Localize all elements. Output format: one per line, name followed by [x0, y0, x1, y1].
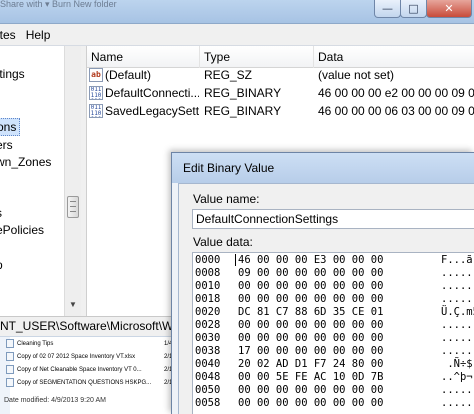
tree-item[interactable]: ttings [0, 65, 25, 83]
dialog-body: Value name: DefaultConnectionSettings Va… [178, 183, 474, 414]
scrollbar-thumb[interactable] [67, 196, 79, 218]
hex-bytes: 00 00 00 00 00 00 00 00 [238, 293, 384, 305]
value-data: (value not set) [318, 68, 395, 82]
hex-bytes: 09 00 00 00 00 00 00 00 [238, 267, 384, 279]
file-name: Copy of Net Cleanable Space Inventory VT… [17, 367, 142, 374]
hex-offset: 0028 [195, 319, 221, 331]
menu-favorites[interactable]: ites [0, 28, 21, 42]
maximize-button[interactable]: □ [400, 0, 427, 18]
binary-value-icon: 011110010 [89, 104, 103, 118]
file-icon [6, 378, 14, 387]
hex-bytes: 00 00 00 00 00 00 00 00 [238, 397, 384, 409]
hex-ascii: ........ [441, 384, 474, 396]
hex-ascii: F...ã... [441, 254, 474, 266]
file-name: Copy of SEGMENTATION QUESTIONS HSKPG... [17, 380, 152, 387]
registry-key-tree[interactable]: ttings ons ers wn_Zones s ePolicies p [0, 46, 64, 316]
value-type: REG_BINARY [204, 86, 282, 100]
hex-ascii: .­Ñ÷$.. [447, 358, 474, 370]
file-icon [6, 352, 14, 361]
list-row[interactable]: 011110010 DefaultConnecti... REG_BINARY … [87, 84, 474, 102]
value-name-field[interactable]: DefaultConnectionSettings [192, 209, 474, 229]
edit-binary-value-dialog: Edit Binary Value Value name: DefaultCon… [171, 152, 474, 414]
file-list-item[interactable]: Cleaning Tips 1/4/ [6, 339, 196, 350]
hex-ascii: ..^þ¬..{ [441, 371, 474, 383]
hex-ascii: ........ [441, 267, 474, 279]
file-icon [6, 339, 14, 348]
scroll-down-arrow-icon[interactable]: ▼ [67, 300, 79, 312]
background-toolbar: Share with ▾ Burn New folder [0, 0, 117, 9]
hex-ascii: ........ [441, 332, 474, 344]
hex-offset: 0050 [195, 384, 221, 396]
hex-ascii: ........ [441, 319, 474, 331]
hex-offset: 0040 [195, 358, 221, 370]
hex-bytes: 00 00 5E FE AC 10 0D 7B [238, 371, 384, 383]
hex-bytes: 00 00 00 00 00 00 00 00 [238, 319, 384, 331]
close-button[interactable]: ✕ [426, 0, 472, 18]
hex-ascii: ........ [441, 293, 474, 305]
list-header: Name Type Data [87, 46, 474, 68]
hex-offset: 0030 [195, 332, 221, 344]
hex-offset: 0058 [195, 397, 221, 409]
minimize-button[interactable]: — [374, 0, 401, 18]
hex-bytes: 17 00 00 00 00 00 00 00 [238, 345, 384, 357]
window-title-bar: Share with ▾ Burn New folder — □ ✕ [0, 0, 474, 24]
date-modified-label: Date modified: 4/9/2013 9:20 AM [4, 397, 106, 404]
value-name: (Default) [105, 68, 152, 82]
list-row[interactable]: 011110010 SavedLegacySett... REG_BINARY … [87, 102, 474, 120]
tree-item[interactable]: ers [0, 136, 13, 154]
hex-offset: 0000 [195, 254, 221, 266]
tree-scrollbar[interactable]: ▼ [64, 46, 81, 316]
hex-editor[interactable]: 000046 00 00 00 E3 00 00 00F...ã...00080… [192, 252, 474, 414]
hex-bytes: 00 00 00 00 00 00 00 00 [238, 280, 384, 292]
file-name: Cleaning Tips [17, 341, 54, 348]
file-list-item[interactable]: Copy of 02 07 2012 Space Inventory VT.xl… [6, 352, 196, 363]
hex-offset: 0008 [195, 267, 221, 279]
dialog-title[interactable]: Edit Binary Value [172, 153, 474, 183]
tree-item[interactable]: wn_Zones [0, 153, 51, 171]
value-name: SavedLegacySett... [105, 104, 199, 118]
hex-ascii: Ü.Ç.m5Î. [441, 306, 474, 318]
hex-offset: 0020 [195, 306, 221, 318]
hex-ascii: ........ [441, 397, 474, 409]
menu-bar: ites Help [0, 24, 474, 46]
tree-item[interactable]: p [0, 256, 3, 274]
file-name: Copy of 02 07 2012 Space Inventory VT.xl… [17, 354, 136, 361]
binary-value-icon: 011110010 [89, 86, 103, 100]
column-header-type[interactable]: Type [200, 46, 314, 68]
hex-offset: 0018 [195, 293, 221, 305]
column-header-name[interactable]: Name [87, 46, 200, 68]
value-type: REG_SZ [204, 68, 253, 82]
list-row[interactable]: ab (Default) REG_SZ (value not set) [87, 66, 474, 84]
hex-bytes: 00 00 00 00 00 00 00 00 [238, 384, 384, 396]
hex-offset: 0010 [195, 280, 221, 292]
value-data: 46 00 00 00 e2 00 00 00 09 00 [318, 86, 474, 100]
hex-bytes: 00 00 00 00 00 00 00 00 [238, 332, 384, 344]
hex-bytes: 46 00 00 00 E3 00 00 00 [238, 254, 384, 266]
tree-item[interactable]: s [0, 204, 2, 222]
menu-help[interactable]: Help [21, 28, 56, 42]
file-list-item[interactable]: Copy of SEGMENTATION QUESTIONS HSKPG... 2… [6, 378, 196, 389]
value-type: REG_BINARY [204, 104, 282, 118]
value-name-label: Value name: [193, 192, 260, 206]
value-data: 46 00 00 00 06 03 00 00 09 00 [318, 104, 474, 118]
tree-item[interactable]: ePolicies [0, 221, 44, 239]
file-list-item[interactable]: Copy of Net Cleanable Space Inventory VT… [6, 365, 196, 376]
hex-offset: 0038 [195, 345, 221, 357]
hex-ascii: ........ [441, 280, 474, 292]
column-header-data[interactable]: Data [314, 46, 474, 68]
tree-item-selected[interactable]: ons [0, 118, 21, 136]
hex-offset: 0048 [195, 371, 221, 383]
hex-bytes: 20 02 AD D1 F7 24 80 00 [238, 358, 384, 370]
text-cursor [235, 254, 236, 266]
string-value-icon: ab [89, 68, 103, 82]
value-data-label: Value data: [193, 235, 253, 249]
file-icon [6, 365, 14, 374]
hex-ascii: ........ [441, 345, 474, 357]
value-name: DefaultConnecti... [105, 86, 199, 100]
hex-bytes: DC 81 C7 88 6D 35 CE 01 [238, 306, 384, 318]
